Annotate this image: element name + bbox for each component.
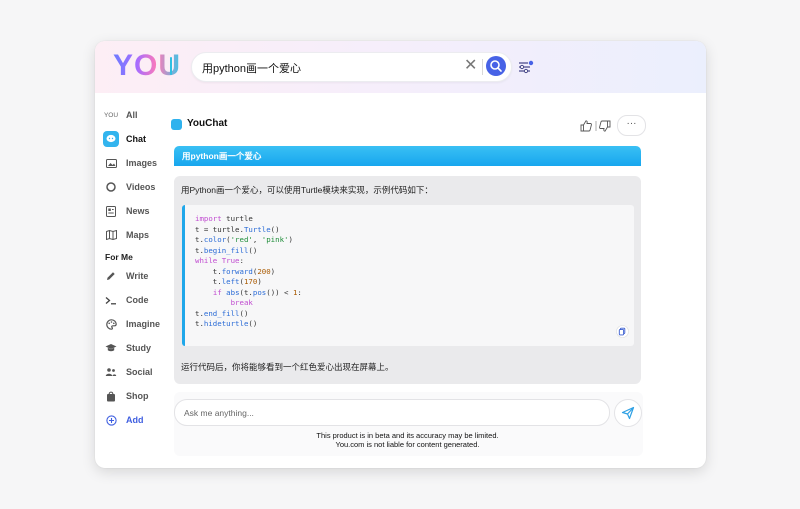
map-icon: [103, 227, 119, 243]
assistant-answer: 用Python画一个爱心，可以使用Turtle模块来实现，示例代码如下： imp…: [174, 176, 641, 384]
add-label: Add: [126, 415, 144, 425]
sidebar-item-label: Images: [126, 158, 158, 168]
people-icon: [103, 364, 119, 380]
app-window: YOU 用python画一个爱心 ✕ YOU All Chat Images V…: [95, 41, 706, 468]
sidebar-item-write[interactable]: Write: [103, 265, 173, 287]
sidebar-item-label: Videos: [126, 182, 156, 192]
disclaimer-line-2: You.com is not liable for content genera…: [335, 440, 480, 449]
video-icon: [103, 179, 119, 195]
code-line: t.color('red', 'pink'): [195, 235, 293, 244]
section-label-for-me: For Me: [105, 252, 133, 262]
user-query-bubble: 用python画一个爱心: [174, 146, 641, 166]
sidebar-item-all[interactable]: YOU All: [103, 104, 173, 126]
sidebar-add-button[interactable]: Add: [103, 409, 173, 431]
logo-cursor-bar: [170, 57, 172, 75]
chat-title: YouChat: [187, 118, 228, 129]
sidebar-item-label: Shop: [126, 391, 149, 401]
code-line: import turtle: [195, 214, 253, 223]
user-query-text: 用python画一个爱心: [182, 151, 262, 161]
you-badge-icon: YOU: [103, 111, 119, 119]
search-divider: [482, 59, 483, 75]
copy-code-icon[interactable]: [616, 325, 629, 338]
search-input[interactable]: 用python画一个爱心: [202, 60, 301, 76]
add-circle-icon: [103, 412, 119, 428]
send-button[interactable]: [614, 399, 642, 427]
palette-icon: [103, 316, 119, 332]
sidebar-item-label: All: [126, 110, 138, 120]
filter-settings-icon[interactable]: [518, 60, 534, 74]
disclaimer-line-1: This product is in beta and its accuracy…: [316, 431, 499, 440]
code-content: import turtle t = turtle.Turtle() t.color(…: [195, 214, 302, 330]
disclaimer: This product is in beta and its accuracy…: [174, 431, 641, 449]
sidebar-item-label: Write: [126, 271, 149, 281]
sidebar-item-label: Imagine: [126, 319, 161, 329]
send-icon: [621, 406, 635, 420]
ask-input-placeholder: Ask me anything...: [184, 408, 254, 418]
code-line: break: [230, 298, 253, 307]
code-line: while True:: [195, 256, 244, 265]
sidebar-item-label: Study: [126, 343, 152, 353]
shopping-bag-icon: [103, 388, 119, 404]
sidebar-item-maps[interactable]: Maps: [103, 224, 173, 246]
graduation-cap-icon: [103, 340, 119, 356]
header: YOU 用python画一个爱心 ✕: [95, 41, 706, 93]
sidebar-item-news[interactable]: News: [103, 200, 173, 222]
sidebar-item-label: News: [126, 206, 150, 216]
search-button[interactable]: [486, 56, 506, 76]
sidebar-item-label: Social: [126, 367, 153, 377]
sidebar-item-label: Chat: [126, 134, 146, 144]
feedback-buttons: [580, 120, 611, 132]
clear-search-icon[interactable]: ✕: [464, 57, 477, 75]
code-line: t.end_fill(): [195, 308, 249, 318]
sidebar-item-social[interactable]: Social: [103, 361, 173, 383]
sidebar-item-imagine[interactable]: Imagine: [103, 313, 173, 335]
terminal-icon: [103, 292, 119, 308]
code-line: t.hideturtle(): [195, 319, 258, 328]
sidebar-item-code[interactable]: Code: [103, 289, 173, 311]
news-icon: [103, 203, 119, 219]
chat-icon: [103, 131, 119, 147]
search-icon: [490, 60, 502, 72]
more-options-button[interactable]: ···: [617, 115, 646, 136]
thumbs-down-icon[interactable]: [599, 120, 611, 132]
code-block: import turtle t = turtle.Turtle() t.color(…: [182, 205, 634, 346]
ask-input[interactable]: Ask me anything...: [174, 399, 610, 426]
code-line: t.left(170): [195, 277, 262, 286]
sidebar-item-label: Code: [126, 295, 149, 305]
sidebar-item-shop[interactable]: Shop: [103, 385, 173, 407]
code-line: t.begin_fill(): [195, 245, 258, 255]
answer-intro-text: 用Python画一个爱心，可以使用Turtle模块来实现，示例代码如下：: [181, 185, 433, 195]
thumbs-up-icon[interactable]: [580, 120, 592, 132]
code-line: t.forward(200): [195, 266, 276, 276]
code-line: if abs(t.pos()) < 1:: [212, 287, 302, 297]
image-icon: [103, 155, 119, 171]
youchat-icon: [171, 119, 182, 130]
sidebar-item-chat[interactable]: Chat: [103, 128, 173, 150]
sidebar-item-videos[interactable]: Videos: [103, 176, 173, 198]
code-line: t = turtle.Turtle(): [195, 224, 280, 234]
pencil-icon: [103, 268, 119, 284]
sidebar-item-images[interactable]: Images: [103, 152, 173, 174]
sidebar-item-study[interactable]: Study: [103, 337, 173, 359]
search-bar[interactable]: 用python画一个爱心 ✕: [191, 52, 512, 82]
sidebar-item-label: Maps: [126, 230, 150, 240]
answer-outro-text: 运行代码后，你将能够看到一个红色爱心出现在屏幕上。: [181, 362, 394, 372]
